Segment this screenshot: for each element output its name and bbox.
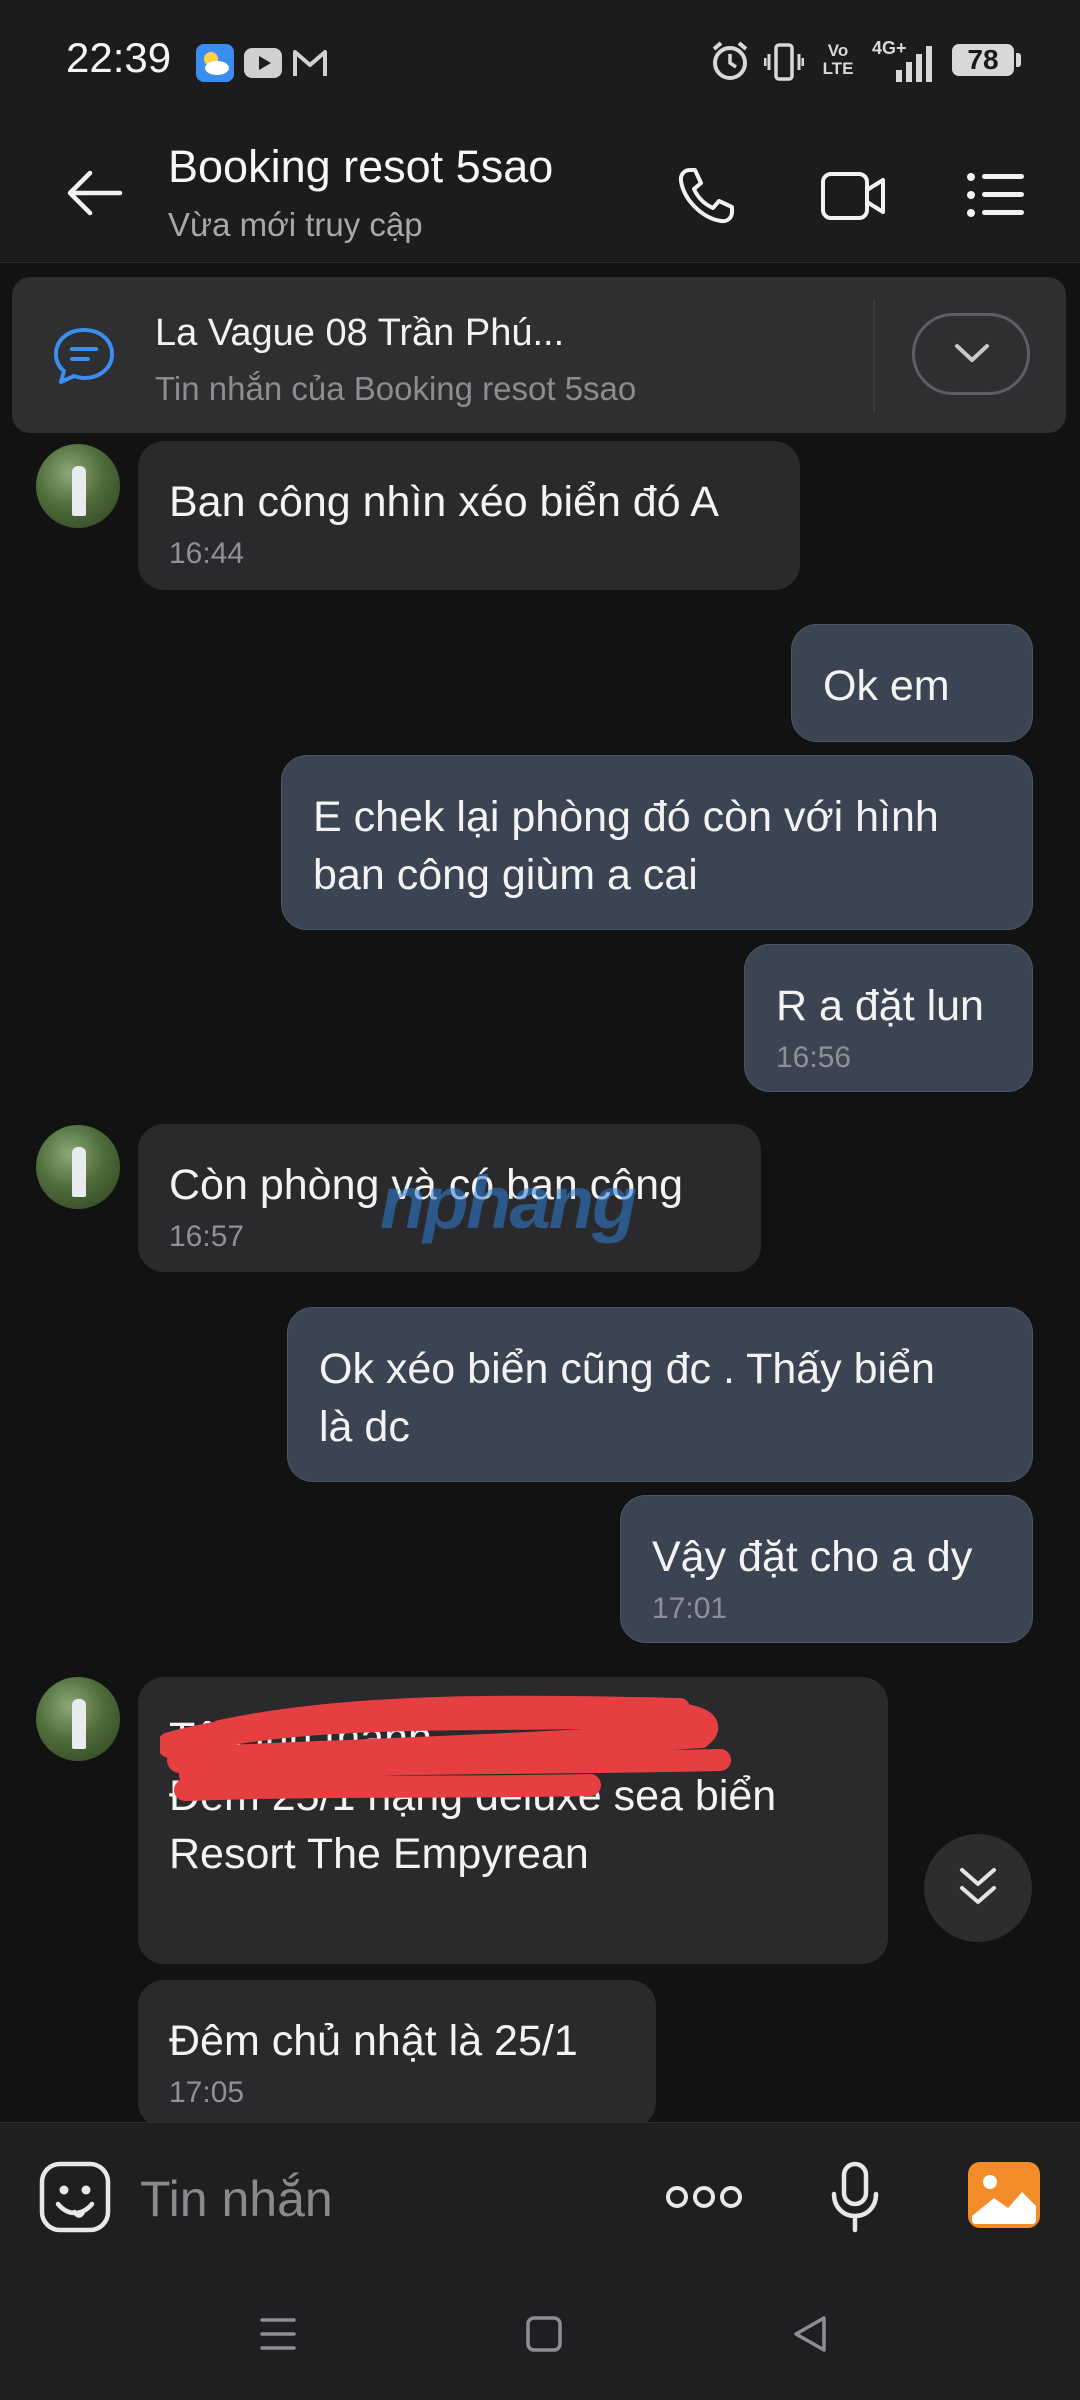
message-text: Đêm chủ nhật là 25/1 xyxy=(169,2017,578,2065)
pinned-expand-button[interactable] xyxy=(912,313,1030,395)
status-clock: 22:39 xyxy=(66,34,172,81)
image-gallery-icon[interactable] xyxy=(966,2160,1042,2230)
alarm-icon xyxy=(712,41,748,80)
message-time: 16:44 xyxy=(169,537,245,570)
message-bubble-outgoing[interactable]: R a đặt lun 16:56 xyxy=(744,944,1033,1092)
volte-icon: Vo LTE xyxy=(822,41,854,78)
message-bubble-outgoing[interactable]: Ok xéo biển cũng đc . Thấy biển là dc xyxy=(287,1307,1033,1482)
sticker-emoji-icon[interactable] xyxy=(38,2160,112,2234)
watermark: nphang xyxy=(380,1161,637,1244)
youtube-icon xyxy=(244,48,282,78)
message-bubble-outgoing[interactable]: Ok em xyxy=(791,624,1033,742)
signal-icon xyxy=(896,46,932,82)
chevron-down-icon xyxy=(955,344,989,362)
pinned-title: La Vague 08 Trần Phú... xyxy=(155,312,565,354)
pinned-subtitle: Tin nhắn của Booking resot 5sao xyxy=(155,370,637,407)
pinned-divider xyxy=(873,300,875,412)
weather-icon xyxy=(196,44,234,82)
phone-icon[interactable] xyxy=(676,164,738,226)
message-text: R a đặt lun xyxy=(776,982,984,1030)
battery-tip xyxy=(1016,53,1021,67)
message-bubble-incoming[interactable]: Đêm chủ nhật là 25/1 17:05 xyxy=(138,1980,656,2128)
avatar[interactable] xyxy=(36,1125,120,1209)
avatar[interactable] xyxy=(36,444,120,528)
message-input[interactable] xyxy=(138,2168,612,2230)
message-time: 17:01 xyxy=(652,1592,728,1625)
message-time: 17:05 xyxy=(169,2076,245,2109)
message-text: E chek lại phòng đó còn với hình ban côn… xyxy=(313,793,939,899)
message-time: 16:56 xyxy=(776,1041,852,1074)
message-text: Ban công nhìn xéo biển đó A xyxy=(169,478,719,526)
back-arrow-icon[interactable] xyxy=(64,168,124,218)
back-icon[interactable] xyxy=(790,2314,830,2354)
redaction-scribble xyxy=(160,1695,731,1801)
microphone-icon[interactable] xyxy=(830,2160,880,2234)
vibrate-icon xyxy=(764,43,804,81)
video-call-icon[interactable] xyxy=(820,170,886,222)
message-text: Ok em xyxy=(823,662,950,710)
more-options-icon[interactable] xyxy=(664,2182,744,2212)
chat-title[interactable]: Booking resot 5sao xyxy=(168,141,553,193)
message-bubble-outgoing[interactable]: E chek lại phòng đó còn với hình ban côn… xyxy=(281,755,1033,930)
avatar[interactable] xyxy=(36,1677,120,1761)
pinned-message-banner[interactable] xyxy=(12,277,1066,433)
message-text: Ok xéo biển cũng đc . Thấy biển là dc xyxy=(319,1345,935,1451)
message-bubble-outgoing[interactable]: Vậy đặt cho a dy 17:01 xyxy=(620,1495,1033,1643)
gmail-icon xyxy=(293,50,327,76)
battery-icon: 78 xyxy=(952,44,1014,76)
message-bubble-icon xyxy=(54,328,114,384)
menu-list-icon[interactable] xyxy=(966,172,1026,218)
home-icon[interactable] xyxy=(524,2314,564,2354)
double-chevron-down-icon xyxy=(960,1868,996,1904)
recent-apps-icon[interactable] xyxy=(258,2314,298,2354)
chat-subtitle: Vừa mới truy cập xyxy=(168,206,423,243)
scroll-to-bottom-button[interactable] xyxy=(924,1834,1032,1942)
message-text: Vậy đặt cho a dy xyxy=(652,1533,973,1581)
message-bubble-incoming[interactable]: Ban công nhìn xéo biển đó A 16:44 xyxy=(138,441,800,590)
